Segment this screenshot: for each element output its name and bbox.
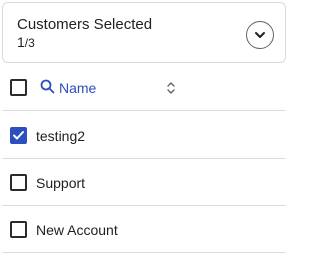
row-label: New Account: [36, 221, 118, 238]
customers-selected-summary: Customers Selected 1/3: [2, 2, 286, 63]
search-icon[interactable]: [40, 79, 55, 94]
selected-count: 1/3: [17, 34, 35, 50]
summary-title: Customers Selected: [17, 16, 153, 33]
selected-count-value: 1: [17, 34, 25, 50]
check-icon: [13, 131, 24, 140]
name-column-header[interactable]: Name: [59, 80, 96, 96]
row-label: testing2: [36, 127, 86, 144]
select-all-checkbox[interactable]: [10, 79, 27, 96]
row-checkbox[interactable]: [10, 221, 27, 238]
table-header-row: Name: [2, 65, 286, 111]
table-row[interactable]: testing2: [2, 113, 286, 159]
chevron-down-icon: [255, 32, 265, 38]
expand-button[interactable]: [246, 21, 274, 49]
row-checkbox[interactable]: [10, 174, 27, 191]
sort-icon[interactable]: [166, 81, 176, 95]
total-count-value: /3: [24, 36, 35, 50]
row-label: Support: [36, 174, 86, 191]
table-row[interactable]: New Account: [2, 207, 286, 253]
table-row[interactable]: Support: [2, 160, 286, 206]
row-checkbox[interactable]: [10, 127, 27, 144]
